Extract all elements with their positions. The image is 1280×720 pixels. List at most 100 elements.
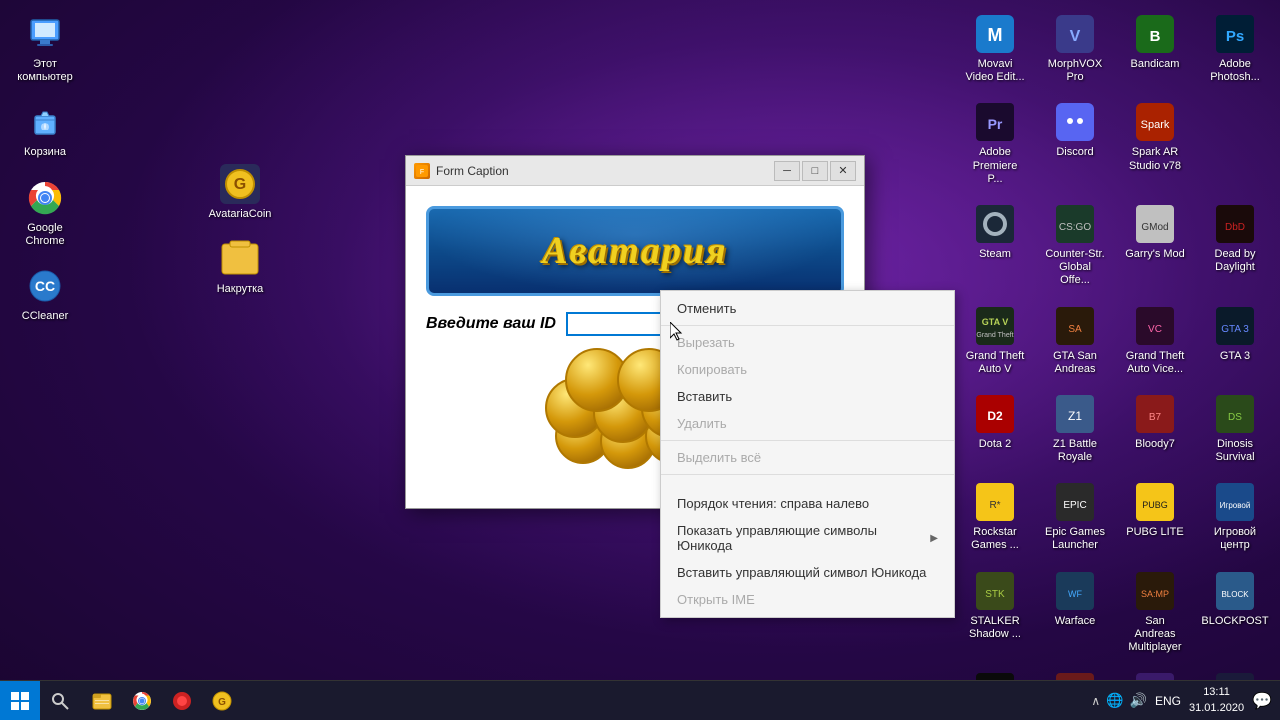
desktop-icon-bandicam[interactable]: B Bandicam (1120, 10, 1190, 88)
bloody-label: Bloody7 (1135, 438, 1175, 451)
gamecenter-label: Игровой центр (1204, 526, 1266, 552)
warface-icon: WF (1055, 571, 1095, 611)
desktop-icon-recycle[interactable]: Корзина (10, 98, 80, 163)
svg-text:Z1: Z1 (1068, 409, 1082, 423)
desktop-icon-pubglite[interactable]: PUBG PUBG LITE (1120, 478, 1190, 556)
taskbar-coin-app[interactable]: G (204, 683, 240, 719)
window-title-text: Form Caption (436, 164, 768, 178)
desktop-icon-z1[interactable]: Z1 Z1 Battle Royale (1040, 390, 1110, 468)
desktop-icon-morphvox[interactable]: V MorphVOX Pro (1040, 10, 1110, 88)
desktop-icon-photoshop[interactable]: Ps Adobe Photosh... (1200, 10, 1270, 88)
desktop-icon-sparkar[interactable]: Spark Spark AR Studio v78 (1120, 98, 1190, 190)
chevron-up-icon[interactable]: ∧ (1091, 694, 1100, 708)
desktop-icon-samp[interactable]: SA:MP San Andreas Multiplayer (1120, 567, 1190, 659)
bloody-icon: B7 (1135, 394, 1175, 434)
deadbydaylight-icon: DbD (1215, 204, 1255, 244)
desktop-icon-rockstar[interactable]: R* Rockstar Games ... (960, 478, 1030, 556)
sparkar-icon: Spark (1135, 102, 1175, 142)
desktop-icon-epic[interactable]: EPIC Epic Games Launcher (1040, 478, 1110, 556)
id-label: Введите ваш ID (426, 315, 556, 333)
pubglite-label: PUBG LITE (1126, 526, 1183, 539)
svg-text:G: G (234, 176, 246, 193)
desktop-icon-computer[interactable]: Этот компьютер (10, 10, 80, 88)
warface-label: Warface (1055, 615, 1096, 628)
desktop-icon-movavi[interactable]: M Movavi Video Edit... (960, 10, 1030, 88)
movavi-icon: M (975, 14, 1015, 54)
desktop-icon-premiere[interactable]: Pr Adobe Premiere P... (960, 98, 1030, 190)
taskbar-explorer[interactable] (84, 683, 120, 719)
desktop-icon-csgo[interactable]: CS:GO Counter-Str. Global Offe... (1040, 200, 1110, 292)
ctx-unicode-ctrl-label: Порядок чтения: справа налево (677, 496, 869, 511)
close-button[interactable]: ✕ (830, 161, 856, 181)
discord-label: Discord (1056, 146, 1093, 159)
svg-text:M: M (988, 25, 1003, 45)
taskbar-record[interactable] (164, 683, 200, 719)
svg-text:DbD: DbD (1225, 222, 1245, 233)
desktop-icon-avatariacoin[interactable]: G AvatariaCoin (200, 160, 280, 225)
ctx-unicode-ctrl[interactable]: Порядок чтения: справа налево (661, 490, 954, 517)
desktop-icon-dota2[interactable]: D2 Dota 2 (960, 390, 1030, 468)
desktop: Этот компьютер Корзина (0, 0, 1280, 720)
gta5-icon: GTA VGrand Theft (975, 306, 1015, 346)
svg-text:CS:GO: CS:GO (1059, 222, 1091, 233)
desktop-icon-gtasa[interactable]: SA GTA San Andreas (1040, 302, 1110, 380)
svg-text:Spark: Spark (1141, 119, 1170, 131)
desktop-icon-steam[interactable]: Steam (960, 200, 1030, 292)
notification-button[interactable]: 💬 (1252, 691, 1272, 711)
window-titlebar: F Form Caption ─ □ ✕ (406, 156, 864, 186)
ctx-arrow: ▶ (930, 533, 938, 544)
start-button[interactable] (0, 681, 40, 720)
avatariacoin-label: AvatariaCoin (209, 208, 272, 221)
svg-text:D2: D2 (987, 409, 1003, 423)
svg-text:Игровой: Игровой (1220, 501, 1251, 510)
desktop-icon-garrysmod[interactable]: GMod Garry's Mod (1120, 200, 1190, 292)
sparkar-label: Spark AR Studio v78 (1124, 146, 1186, 172)
network-icon: 🌐 (1106, 692, 1123, 709)
steam-icon (975, 204, 1015, 244)
desktop-icon-blockpost[interactable]: BLOCK BLOCKPOST (1200, 567, 1270, 659)
maximize-button[interactable]: □ (802, 161, 828, 181)
desktop-icon-nakrutka[interactable]: Накрутка (200, 235, 280, 300)
gta3-label: GTA 3 (1220, 350, 1250, 363)
desktop-icon-chrome[interactable]: Google Chrome (10, 174, 80, 252)
desktop-icon-gta5[interactable]: GTA VGrand Theft Grand Theft Auto V (960, 302, 1030, 380)
taskbar-chrome[interactable] (124, 683, 160, 719)
morphvox-label: MorphVOX Pro (1044, 58, 1106, 84)
ctx-cancel[interactable]: Отменить (661, 295, 954, 322)
ctx-rtl[interactable] (661, 478, 954, 490)
svg-text:G: G (218, 697, 226, 708)
gtavc-icon: VC (1135, 306, 1175, 346)
desktop-icon-ccleaner[interactable]: CC CCleaner (10, 262, 80, 327)
desktop-icon-gta3[interactable]: GTA 3 GTA 3 (1200, 302, 1270, 380)
ctx-sep-3 (661, 474, 954, 475)
premiere-icon: Pr (975, 102, 1015, 142)
blockpost-label: BLOCKPOST (1201, 615, 1268, 628)
ctx-paste[interactable]: Вставить (661, 383, 954, 410)
ctx-selectall: Выделить всё (661, 444, 954, 471)
desktop-icon-warface[interactable]: WF Warface (1040, 567, 1110, 659)
desktop-icon-gtavc[interactable]: VC Grand Theft Auto Vice... (1120, 302, 1190, 380)
desktop-icon-discord[interactable]: Discord (1040, 98, 1110, 190)
desktop-icon-dinosis[interactable]: DS Dinosis Survival (1200, 390, 1270, 468)
gta3-icon: GTA 3 (1215, 306, 1255, 346)
ctx-copy: Копировать (661, 356, 954, 383)
ctx-open-ime[interactable]: Вставить управляющий символ Юникода (661, 559, 954, 586)
volume-icon[interactable]: 🔊 (1130, 692, 1147, 709)
csgo-label: Counter-Str. Global Offe... (1044, 248, 1106, 288)
gamecenter-icon: Игровой (1215, 482, 1255, 522)
ctx-unicode-insert[interactable]: Показать управляющие символы Юникода ▶ (661, 517, 954, 559)
desktop-icon-stalker[interactable]: STK STALKER Shadow ... (960, 567, 1030, 659)
bandicam-icon: B (1135, 14, 1175, 54)
desktop-icon-deadbydaylight[interactable]: DbD Dead by Daylight (1200, 200, 1270, 292)
minimize-button[interactable]: ─ (774, 161, 800, 181)
taskbar-search-button[interactable] (44, 685, 76, 717)
svg-text:GTA 3: GTA 3 (1221, 324, 1249, 335)
ctx-unicode-insert-label: Показать управляющие символы Юникода (677, 523, 930, 553)
taskbar-time: 13:11 31.01.2020 (1189, 685, 1244, 716)
desktop-icon-bloody[interactable]: B7 Bloody7 (1120, 390, 1190, 468)
svg-text:STK: STK (985, 589, 1005, 600)
svg-text:DS: DS (1228, 412, 1242, 423)
chrome-label: Google Chrome (14, 222, 76, 248)
desktop-icon-gamecenter[interactable]: Игровой Игровой центр (1200, 478, 1270, 556)
date-display: 31.01.2020 (1189, 701, 1244, 716)
